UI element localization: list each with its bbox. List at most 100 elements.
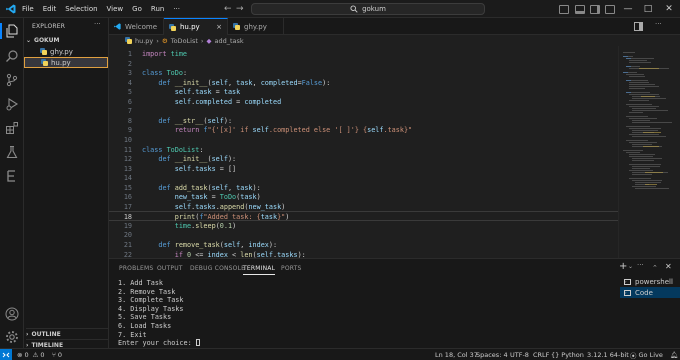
code-line[interactable]: 1 import time	[109, 49, 618, 59]
minimize-icon[interactable]: —	[618, 0, 638, 18]
tab-welcome[interactable]: Welcome	[109, 18, 164, 35]
explorer-icon[interactable]	[0, 23, 20, 39]
encoding[interactable]: UTF-8	[510, 349, 529, 360]
code-line[interactable]: 21 def remove_task(self, index):	[109, 240, 618, 250]
panel-tab-output[interactable]: OUTPUT	[157, 265, 183, 272]
code-line[interactable]: 2	[109, 59, 618, 69]
indentation[interactable]: Spaces: 4	[476, 349, 508, 360]
close-icon[interactable]: ✕	[659, 0, 679, 18]
maximize-panel-icon[interactable]: ⌃	[652, 264, 658, 272]
breadcrumb-file[interactable]: hu.py	[135, 37, 153, 45]
line-number: 16	[123, 193, 132, 202]
maximize-icon[interactable]: □	[638, 0, 658, 18]
line-number: 13	[123, 164, 132, 173]
code-editor[interactable]: 1 import time 2 3 class ToDo: 4 def __init__(…	[109, 46, 618, 258]
code-text: if 0 <= index < len(self.tasks):	[174, 250, 306, 258]
language-mode[interactable]: {} Python	[551, 349, 584, 360]
account-icon[interactable]	[4, 306, 20, 322]
ports-indicator[interactable]: ⑂ 0	[52, 349, 62, 360]
breadcrumb-class[interactable]: ToDoList	[171, 37, 198, 45]
testing-flask-icon[interactable]	[4, 144, 20, 160]
split-editor-icon[interactable]	[634, 22, 643, 31]
code-line[interactable]: 22 if 0 <= index < len(self.tasks):	[109, 250, 618, 258]
explorer-sidebar: EXPLORER ··· ⌄ GOKUM ghy.py hu.py › OUTL…	[24, 18, 109, 349]
settings-gear-icon[interactable]	[4, 329, 20, 345]
terminal-dropdown-icon[interactable]: ⌄	[628, 263, 633, 270]
close-tab-icon[interactable]: ×	[216, 23, 222, 31]
panel-tab-debug-console[interactable]: DEBUG CONSOLE	[190, 265, 245, 272]
notifications-bell-icon[interactable]: 🔔︎	[670, 349, 678, 360]
file-item-ghy[interactable]: ghy.py	[24, 46, 108, 57]
panel-tab-terminal[interactable]: TERMINAL	[243, 265, 276, 275]
tab-hu[interactable]: hu.py ×	[164, 18, 228, 35]
cursor-position[interactable]: Ln 18, Col 37	[435, 349, 478, 360]
code-line[interactable]: 4 def __init__(self, task, completed=Fal…	[109, 78, 618, 88]
code-text: self.tasks.append(new_task)	[174, 202, 286, 211]
menu-more[interactable]: ···	[173, 5, 180, 13]
go-live-label: Go Live	[638, 351, 663, 359]
toggle-secondary-sidebar-icon[interactable]	[590, 5, 600, 14]
remote-indicator-icon[interactable]	[0, 349, 12, 360]
errors-indicator[interactable]: ⊗ 0 ⚠ 0	[17, 349, 45, 360]
terminal-label: powershell	[635, 277, 673, 286]
code-line[interactable]: 17 self.tasks.append(new_task)	[109, 202, 618, 212]
tab-ghy[interactable]: ghy.py	[228, 18, 284, 35]
code-line[interactable]: 6 self.completed = completed	[109, 97, 618, 107]
menu-go[interactable]: Go	[132, 5, 142, 13]
code-line[interactable]: 18 print(f"Added task: {task}")	[109, 211, 618, 222]
document-list-icon[interactable]	[4, 168, 20, 184]
code-line[interactable]: 15 def add_task(self, task):	[109, 183, 618, 193]
code-line[interactable]: 11 class ToDoList:	[109, 145, 618, 155]
terminal-output[interactable]: 1. Add Task 2. Remove Task 3. Complete Tas…	[118, 279, 200, 348]
extensions-icon[interactable]	[4, 120, 20, 136]
line-number: 21	[123, 241, 132, 249]
code-line[interactable]: 14	[109, 173, 618, 183]
terminal-item-code[interactable]: › Code	[620, 287, 680, 298]
toggle-sidebar-icon[interactable]	[559, 5, 569, 14]
code-line[interactable]: 5 self.task = task	[109, 87, 618, 97]
errors-count: 0	[24, 351, 29, 359]
menu-run[interactable]: Run	[151, 5, 164, 13]
customize-layout-icon[interactable]	[605, 5, 615, 14]
file-item-hu[interactable]: hu.py	[24, 57, 108, 68]
code-line[interactable]: 7	[109, 106, 618, 116]
menu-edit[interactable]: Edit	[43, 5, 57, 13]
code-line[interactable]: 13 self.tasks = []	[109, 164, 618, 174]
panel-tab-problems[interactable]: PROBLEMS	[119, 265, 153, 272]
code-line[interactable]: 10	[109, 135, 618, 145]
panel-more-icon[interactable]: ···	[637, 261, 644, 269]
minimap[interactable]	[618, 46, 680, 258]
more-actions-icon[interactable]: ···	[655, 20, 662, 28]
code-line[interactable]: 16 new_task = ToDo(task)	[109, 192, 618, 202]
menu-view[interactable]: View	[107, 5, 124, 13]
language-label: Python	[561, 351, 584, 359]
source-control-icon[interactable]	[4, 72, 20, 88]
code-line[interactable]: 9 return f"{'[x]' if self.completed else…	[109, 125, 618, 135]
breadcrumb-method[interactable]: add_task	[215, 37, 244, 45]
run-debug-icon[interactable]	[4, 96, 20, 112]
close-panel-icon[interactable]: ✕	[665, 262, 672, 271]
line-number: 1	[127, 50, 132, 58]
forward-arrow-icon[interactable]: →	[236, 4, 244, 14]
file-name: hu.py	[51, 58, 71, 67]
code-line[interactable]: 3 class ToDo:	[109, 68, 618, 78]
command-center-search[interactable]: gokum	[251, 3, 485, 15]
terminal-item-powershell[interactable]: › powershell	[620, 276, 680, 287]
back-arrow-icon[interactable]: ←	[224, 4, 232, 14]
new-terminal-plus-icon[interactable]: +	[619, 261, 627, 272]
python-interpreter[interactable]: 3.12.1 64-bit	[587, 349, 629, 360]
toggle-panel-icon[interactable]	[575, 5, 585, 14]
code-line[interactable]: 19 time.sleep(0.1)	[109, 221, 618, 231]
search-icon[interactable]	[4, 48, 20, 64]
panel-tab-ports[interactable]: PORTS	[281, 265, 302, 272]
code-line[interactable]: 8 def __str__(self):	[109, 116, 618, 126]
folder-root[interactable]: ⌄ GOKUM	[26, 35, 108, 46]
menu-file[interactable]: File	[22, 5, 34, 13]
menu-selection[interactable]: Selection	[65, 5, 97, 13]
go-live-button[interactable]: ⦿ Go Live	[630, 349, 663, 360]
outline-section[interactable]: › OUTLINE	[26, 328, 108, 339]
explorer-more-icon[interactable]: ···	[94, 20, 101, 28]
code-line[interactable]: 20	[109, 230, 618, 240]
code-line[interactable]: 12 def __init__(self):	[109, 154, 618, 164]
end-of-line[interactable]: CRLF	[533, 349, 549, 360]
